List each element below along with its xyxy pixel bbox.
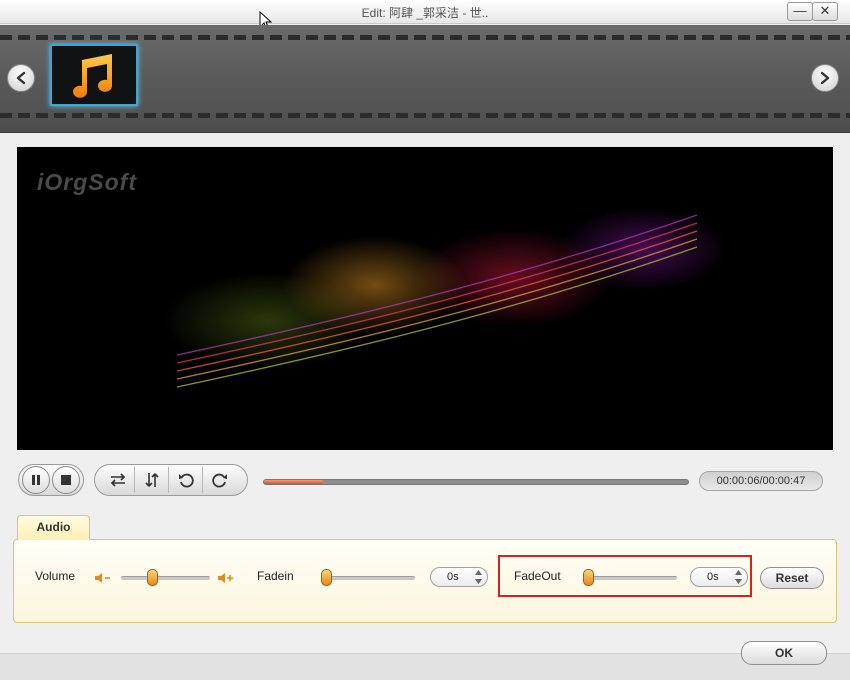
fadein-label: Fadein [257,569,294,583]
fadeout-slider-thumb[interactable] [583,569,594,586]
rotate-left-icon [178,473,194,488]
flip-vertical-icon [144,472,159,488]
spin-up-icon [475,570,482,575]
video-preview: iOrgSoft [17,147,833,450]
dialog-footer [0,653,850,680]
fadein-spinbox[interactable]: 0s [430,567,488,587]
spin-down-icon [475,579,482,584]
time-readout: 00:00:06/00:00:47 [699,471,823,491]
close-button[interactable]: ✕ [812,2,838,21]
iorgsoft-watermark: iOrgSoft [37,169,137,195]
film-perforations-bottom [0,113,850,118]
stop-button[interactable] [52,466,80,494]
flip-horizontal-button[interactable] [101,467,135,493]
stop-icon [61,475,71,485]
minimize-button[interactable]: — [787,2,813,21]
clip-thumbnail[interactable] [50,44,138,106]
fadeout-label: FadeOut [514,569,561,583]
volume-label: Volume [35,569,76,583]
next-clip-button[interactable] [811,64,839,92]
fadein-slider[interactable] [321,576,415,580]
fadein-value: 0s [447,571,459,583]
flip-vertical-button[interactable] [135,467,169,493]
title-bar: Edit: 阿肆 _郭采洁 - 世.. — ✕ [0,0,850,24]
rotate-right-icon [212,473,227,488]
chevron-left-icon [16,71,26,85]
music-note-icon [73,54,112,98]
volume-up-icon [218,573,233,583]
film-perforations-top [0,35,850,40]
flip-horizontal-icon [110,473,125,487]
prev-clip-button[interactable] [7,64,35,92]
rotate-right-button[interactable] [203,467,237,493]
rotate-left-button[interactable] [169,467,203,493]
fadein-spin-arrows[interactable] [473,570,484,584]
fadeout-spinbox[interactable]: 0s [690,567,748,587]
playback-controls [18,464,84,496]
chevron-right-icon [820,71,830,85]
music-staff-graphic [176,214,698,388]
fadeout-value: 0s [707,571,719,583]
fadeout-slider[interactable] [583,576,677,580]
seek-slider[interactable] [263,479,689,485]
clip-filmstrip [0,25,850,133]
fadein-slider-thumb[interactable] [321,569,332,586]
transform-controls [94,464,248,496]
reset-button[interactable]: Reset [760,567,824,589]
fadeout-spin-arrows[interactable] [733,570,744,584]
ok-button[interactable]: OK [741,641,827,665]
spin-up-icon [735,570,742,575]
volume-down-icon [95,573,110,583]
pause-icon [32,475,40,485]
volume-slider-thumb[interactable] [146,569,158,586]
window-title: Edit: 阿肆 _郭采洁 - 世.. [361,6,489,20]
pause-button[interactable] [22,466,50,494]
seek-progress-fill [264,480,324,484]
volume-slider[interactable] [121,576,210,580]
tab-audio[interactable]: Audio [17,515,90,540]
spin-down-icon [735,579,742,584]
